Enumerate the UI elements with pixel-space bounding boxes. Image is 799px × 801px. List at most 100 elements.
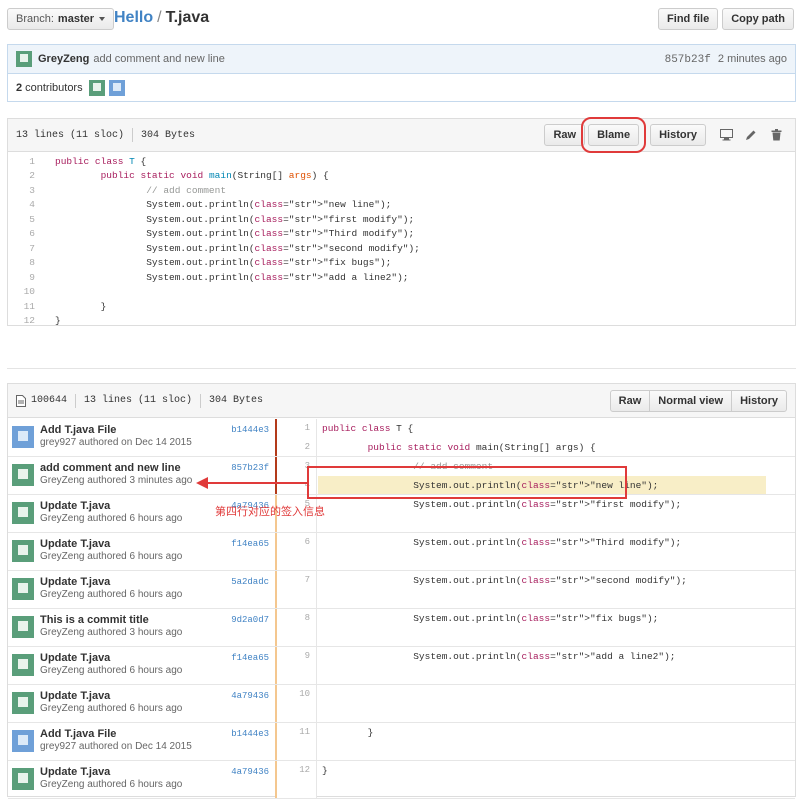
commit-title[interactable]: Update T.java <box>40 538 230 550</box>
avatar[interactable] <box>16 51 32 67</box>
code-text: public class T { <box>55 155 147 167</box>
trash-icon[interactable] <box>765 124 787 146</box>
avatar[interactable] <box>12 768 34 790</box>
code-line: 3 // add comment <box>8 183 795 198</box>
commit-title[interactable]: Update T.java <box>40 766 230 778</box>
avatar[interactable] <box>12 502 34 524</box>
commit-title[interactable]: Update T.java <box>40 500 230 512</box>
breadcrumb-repo-link[interactable]: Hello <box>114 9 153 26</box>
commit-sha[interactable]: 5a2dadc <box>231 577 269 587</box>
commit-title[interactable]: Add T.java File <box>40 424 230 436</box>
copy-path-button[interactable]: Copy path <box>722 8 794 30</box>
line-number[interactable]: 7 <box>8 243 41 254</box>
blame-commit: Add T.java File grey927 authored on Dec 1… <box>8 723 275 760</box>
commit-meta: 857b23f 2 minutes ago <box>665 53 787 66</box>
blame-code: } <box>322 727 374 746</box>
line-number[interactable]: 9 <box>8 272 41 283</box>
commit-title[interactable]: This is a commit title <box>40 614 230 626</box>
code-line: 7 System.out.println(class="str">"second… <box>8 241 795 256</box>
line-number[interactable]: 8 <box>8 257 41 268</box>
find-file-button[interactable]: Find file <box>658 8 719 30</box>
avatar[interactable] <box>12 578 34 600</box>
avatar[interactable] <box>88 79 105 96</box>
blame-code: } <box>322 765 328 784</box>
commit-title[interactable]: Update T.java <box>40 576 230 588</box>
avatar[interactable] <box>12 540 34 562</box>
arrow-left-icon <box>196 477 208 489</box>
avatar[interactable] <box>12 426 34 448</box>
line-number[interactable]: 1 <box>277 423 310 442</box>
commit-title[interactable]: Update T.java <box>40 652 230 664</box>
raw-button[interactable]: Raw <box>609 389 651 412</box>
commit-sha[interactable]: 4a79436 <box>231 767 269 777</box>
normal-view-button[interactable]: Normal view <box>649 389 733 412</box>
history-button[interactable]: History <box>650 124 706 146</box>
line-number[interactable]: 6 <box>277 537 310 556</box>
line-number[interactable]: 5 <box>8 214 41 225</box>
contributors-label[interactable]: contributors <box>25 82 82 94</box>
section-divider <box>7 368 796 369</box>
line-number[interactable]: 11 <box>8 301 41 312</box>
commit-sha[interactable]: 857b23f <box>665 54 711 66</box>
line-number[interactable]: 12 <box>8 315 41 326</box>
commit-sha[interactable]: f14ea65 <box>231 653 269 663</box>
code-line: 10 <box>8 285 795 300</box>
blame-button[interactable]: Blame <box>581 117 647 153</box>
avatar[interactable] <box>12 730 34 752</box>
commit-title[interactable]: Add T.java File <box>40 728 230 740</box>
line-number[interactable]: 4 <box>8 199 41 210</box>
commit-sha[interactable]: 9d2a0d7 <box>231 615 269 625</box>
branch-selector[interactable]: Branch: master <box>7 8 114 30</box>
commit-sha[interactable]: b1444e3 <box>231 425 269 435</box>
divider <box>75 393 77 408</box>
avatar[interactable] <box>12 654 34 676</box>
commit-sha[interactable]: 857b23f <box>231 463 269 473</box>
blame-commit: Update T.java GreyZeng authored 6 hours a… <box>8 647 275 684</box>
line-number[interactable]: 6 <box>8 228 41 239</box>
line-number[interactable]: 1 <box>8 156 41 167</box>
line-number[interactable]: 10 <box>277 689 310 708</box>
line-number[interactable]: 3 <box>277 461 310 480</box>
code-text: System.out.println(class="str">"fix bugs… <box>322 613 659 624</box>
commit-sha[interactable]: b1444e3 <box>231 729 269 739</box>
breadcrumb-separator: / <box>157 9 162 26</box>
code-line: 9 System.out.println(class="str">"add a … <box>8 270 795 285</box>
commit-meta: GreyZeng authored 6 hours ago <box>40 779 183 790</box>
desktop-icon[interactable] <box>715 124 737 146</box>
line-number[interactable]: 9 <box>277 651 310 670</box>
pencil-icon[interactable] <box>740 124 762 146</box>
code-text: } <box>55 300 107 312</box>
file-mode: 100644 <box>31 395 68 406</box>
commit-sha[interactable]: 4a79436 <box>231 691 269 701</box>
blame-code: System.out.println(class="str">"second m… <box>322 575 687 594</box>
commit-meta: GreyZeng authored 6 hours ago <box>40 703 183 714</box>
commit-title[interactable]: add comment and new line <box>40 462 230 474</box>
raw-button[interactable]: Raw <box>544 124 586 146</box>
avatar[interactable] <box>108 79 125 96</box>
blame-commit: Update T.java GreyZeng authored 6 hours a… <box>8 761 275 798</box>
blame-code: System.out.println(class="str">"fix bugs… <box>322 613 658 632</box>
commit-author[interactable]: GreyZeng <box>38 53 89 65</box>
blame-commit: Update T.java GreyZeng authored 6 hours a… <box>8 533 275 570</box>
line-number[interactable]: 12 <box>277 765 310 784</box>
code-line: 4 System.out.println(class="str">"new li… <box>8 198 795 213</box>
line-number[interactable]: 8 <box>277 613 310 632</box>
line-number[interactable]: 7 <box>277 575 310 594</box>
commit-meta: GreyZeng authored 6 hours ago <box>40 589 183 600</box>
divider <box>132 128 134 142</box>
avatar[interactable] <box>12 616 34 638</box>
commit-message[interactable]: add comment and new line <box>93 53 224 65</box>
avatar[interactable] <box>12 464 34 486</box>
code-line: 6 System.out.println(class="str">"Third … <box>8 227 795 242</box>
commit-title[interactable]: Update T.java <box>40 690 230 702</box>
history-button[interactable]: History <box>731 389 787 412</box>
line-number[interactable]: 2 <box>8 170 41 181</box>
line-number[interactable]: 3 <box>8 185 41 196</box>
line-number[interactable]: 11 <box>277 727 310 746</box>
line-numbers: 7 <box>277 571 317 608</box>
commit-sha[interactable]: f14ea65 <box>231 539 269 549</box>
contributors-count[interactable]: 2 <box>16 82 22 94</box>
blame-actions: Raw Normal view History <box>609 389 787 412</box>
avatar[interactable] <box>12 692 34 714</box>
line-number[interactable]: 10 <box>8 286 41 297</box>
